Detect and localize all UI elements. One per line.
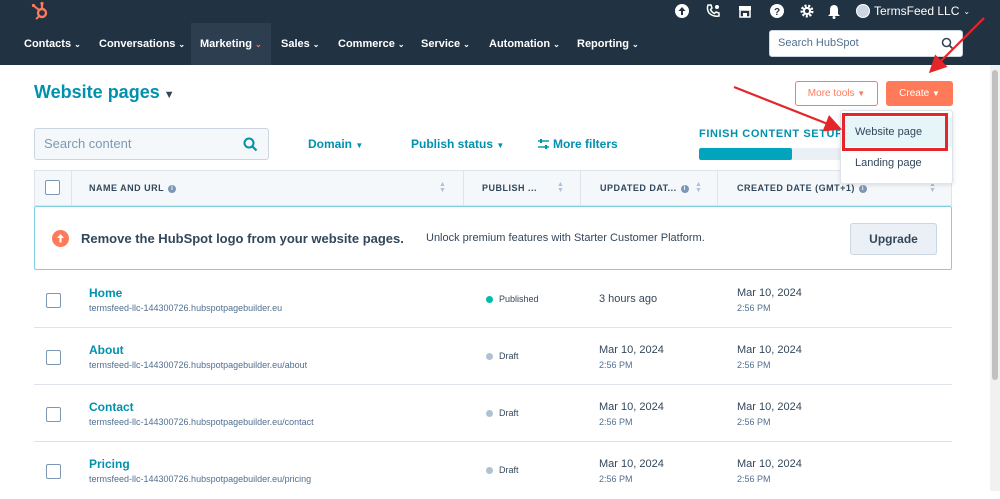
annotation-arrow-create (928, 17, 985, 74)
annotation-arrow-website-page (733, 85, 843, 132)
annotation-arrows (733, 17, 985, 132)
